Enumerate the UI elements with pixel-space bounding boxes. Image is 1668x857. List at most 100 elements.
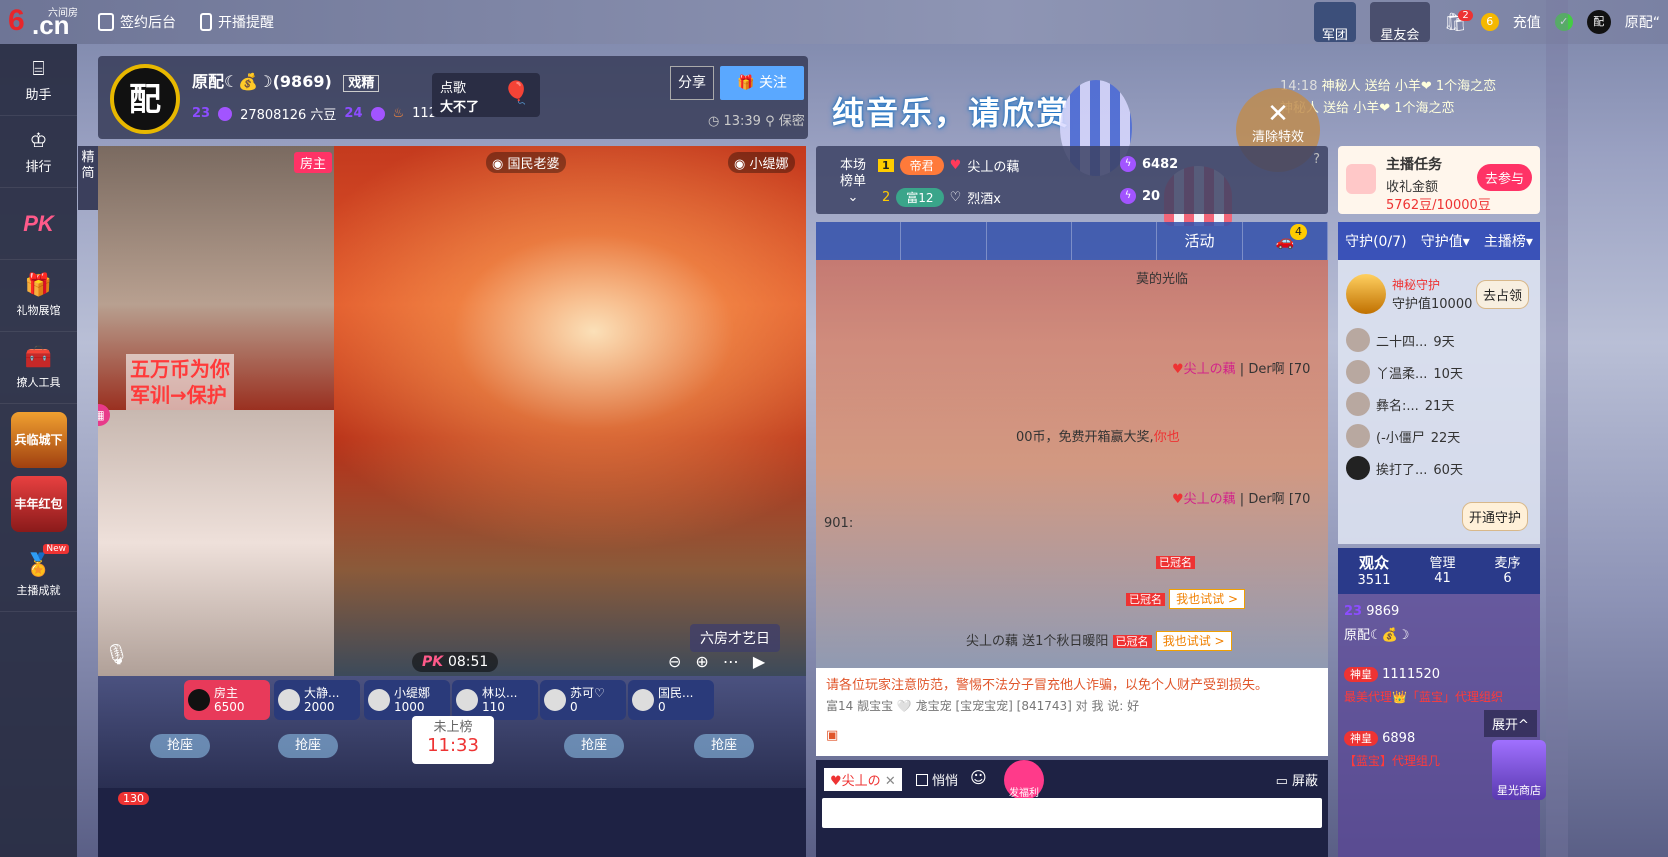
chat-input[interactable]	[822, 798, 1322, 828]
level-left: 23	[192, 106, 211, 121]
anchor-avatar[interactable]: 配	[110, 64, 180, 134]
chat-target[interactable]: ♥尖丄の ✕	[824, 768, 902, 791]
user-name[interactable]: 原配“	[1625, 12, 1660, 32]
seat-card[interactable]: 小缇娜 1000	[364, 680, 450, 720]
sign-backend-link[interactable]: 签约后台	[98, 12, 176, 32]
grab-seat-button[interactable]: 抢座	[278, 734, 338, 758]
try-button[interactable]: 我也试试 >	[1155, 631, 1232, 651]
audience-id: 1111520	[1382, 667, 1441, 682]
help-icon[interactable]: ?	[1313, 152, 1320, 167]
tab-car[interactable]: 🚗 4	[1243, 222, 1328, 260]
corps-button[interactable]: 军团	[1313, 2, 1356, 43]
guard-top[interactable]: 神秘守护 守护值10000	[1346, 274, 1472, 314]
rank-name: 烈酒x	[967, 192, 1001, 207]
seat-name: 国民...	[658, 686, 694, 700]
share-button[interactable]: 分享	[670, 66, 714, 100]
self-entry[interactable]: 23 9869	[1344, 604, 1399, 619]
seat-card[interactable]: 国民... 0	[628, 680, 714, 720]
rank-row-1[interactable]: 1 帝君 ♥ 尖丄の藕	[878, 156, 1019, 175]
occupy-button[interactable]: 去占领	[1476, 280, 1530, 309]
game1-label: 兵临城下	[14, 433, 63, 447]
expand-button[interactable]: 展开^	[1484, 710, 1537, 737]
tab-anchor-rank[interactable]: 主播榜▾	[1484, 231, 1533, 251]
simplify-toggle[interactable]: 精简	[78, 146, 98, 210]
anchor-name[interactable]: 原配☾💰☽(9869)	[192, 72, 332, 91]
tab-admin[interactable]: 管理 41	[1430, 552, 1456, 594]
page-scrollbar[interactable]	[1546, 0, 1568, 857]
logo-small: 六间房	[48, 8, 78, 19]
self-name[interactable]: 原配☾💰☽	[1344, 624, 1410, 643]
more-icon[interactable]: ⋯	[723, 652, 739, 671]
tab-2[interactable]	[901, 222, 987, 260]
seat-card[interactable]: 林以... 110	[452, 680, 538, 720]
zoom-in-icon[interactable]: ⊕	[695, 652, 708, 671]
grab-seat-button[interactable]: 抢座	[694, 734, 754, 758]
tab-mic[interactable]: 麦序 6	[1494, 552, 1520, 594]
sidebar-item-assistant[interactable]: ⌸ 助手	[0, 44, 77, 116]
tab-chat[interactable]	[816, 222, 902, 260]
grab-seat-button[interactable]: 抢座	[564, 734, 624, 758]
try-button[interactable]: 我也试试 >	[1169, 589, 1246, 609]
audience-row[interactable]: 神皇 1111520	[1344, 666, 1440, 682]
rank-row-2[interactable]: 2 富12 ♡ 烈酒x	[882, 188, 1001, 207]
task-join-button[interactable]: 去参与	[1476, 164, 1532, 191]
tab-guard-value[interactable]: 守护值▾	[1421, 231, 1470, 251]
tab-4[interactable]	[1072, 222, 1158, 260]
seat-card[interactable]: 房主 6500	[184, 680, 270, 720]
live-remind-link[interactable]: 开播提醒	[200, 12, 274, 32]
seat-name: 房主	[214, 686, 239, 700]
guard-row[interactable]: 二十四... 9天	[1346, 328, 1455, 352]
guard-row[interactable]: (-小僵尸 22天	[1346, 424, 1460, 448]
close-icon[interactable]: ✕	[885, 774, 896, 789]
audience-badge: 神皇	[1344, 731, 1378, 746]
block-button[interactable]: ▭ 屏蔽	[1276, 770, 1318, 789]
corps-label: 军团	[1321, 28, 1348, 43]
user-avatar[interactable]: 配	[1586, 10, 1611, 34]
play-icon[interactable]: ▶	[753, 652, 765, 671]
crown-icon: ♔	[29, 128, 48, 152]
video-player[interactable]: 房主 ◉ 国民老婆 ◉ 小缇娜 五万币为你 军训→保护 ▦ 🎙 六房才艺日 PK…	[98, 146, 806, 676]
emoji-icon[interactable]: ☺	[970, 768, 987, 787]
game2-label: 丰年红包	[14, 497, 63, 511]
tab-activity[interactable]: 活动	[1157, 222, 1243, 260]
site-logo[interactable]: 6 .cn 六间房	[8, 4, 78, 40]
follow-label: 关注	[758, 75, 787, 91]
bag-icon[interactable]: 🛍 2	[1444, 9, 1473, 33]
recharge-link[interactable]: 充值	[1513, 12, 1541, 32]
welfare-button[interactable]: 发福利	[1004, 760, 1044, 800]
follow-button[interactable]: 🎁 关注	[720, 66, 804, 100]
audience-row[interactable]: 神皇 6898	[1344, 730, 1415, 746]
star-club-button[interactable]: 星友会	[1369, 2, 1430, 43]
tab-guard[interactable]: 守护(0/7)	[1345, 231, 1406, 251]
guard-row[interactable]: 挨打了... 60天	[1346, 456, 1463, 480]
chat-user[interactable]: 尖丄の藕	[1184, 362, 1236, 377]
pk-time-value: 08:51	[447, 654, 489, 670]
sidebar-item-ranking[interactable]: ♔ 排行	[0, 116, 77, 188]
seat-card[interactable]: 大静... 2000	[274, 680, 360, 720]
chat-user[interactable]: 尖丄の藕	[1184, 492, 1236, 507]
sidebar-item-gift-hall[interactable]: 🎁 礼物展馆	[0, 260, 77, 332]
zoom-out-icon[interactable]: ⊖	[668, 652, 681, 671]
sidebar-item-pk[interactable]: PK	[0, 188, 77, 260]
open-guard-button[interactable]: 开通守护	[1462, 502, 1529, 531]
song-request[interactable]: 点歌 大不了 🎈	[432, 73, 540, 117]
game-banner-2[interactable]: 丰年红包	[10, 476, 67, 532]
guard-row[interactable]: 彝名:... 21天	[1346, 392, 1454, 416]
not-listed-label: 未上榜	[433, 720, 473, 735]
rank-title[interactable]: 本场 榜单 ⌄	[840, 158, 866, 206]
guard-row[interactable]: 丫温柔... 10天	[1346, 360, 1463, 384]
sidebar-item-prop[interactable]: 🧰 撩人工具	[0, 332, 77, 404]
rank-name: 尖丄の藕	[967, 160, 1020, 175]
tab-3[interactable]	[987, 222, 1072, 260]
admin-label: 管理	[1429, 556, 1456, 571]
sidebar-item-achievement[interactable]: New 🏅 主播成就	[0, 540, 77, 612]
star-shop-button[interactable]: 星光商店	[1492, 740, 1546, 800]
microphone-icon[interactable]: 🎙	[104, 642, 129, 666]
game-banner-1[interactable]: 兵临城下	[10, 412, 67, 468]
seat-card[interactable]: 苏可♡ 0	[540, 680, 626, 720]
whisper-toggle[interactable]: 悄悄	[916, 770, 958, 789]
tab-viewers[interactable]: 观众 3511	[1357, 552, 1390, 594]
privacy-label: 保密	[778, 114, 805, 129]
grab-seat-button[interactable]: 抢座	[150, 734, 210, 758]
checkbox[interactable]	[916, 773, 928, 786]
